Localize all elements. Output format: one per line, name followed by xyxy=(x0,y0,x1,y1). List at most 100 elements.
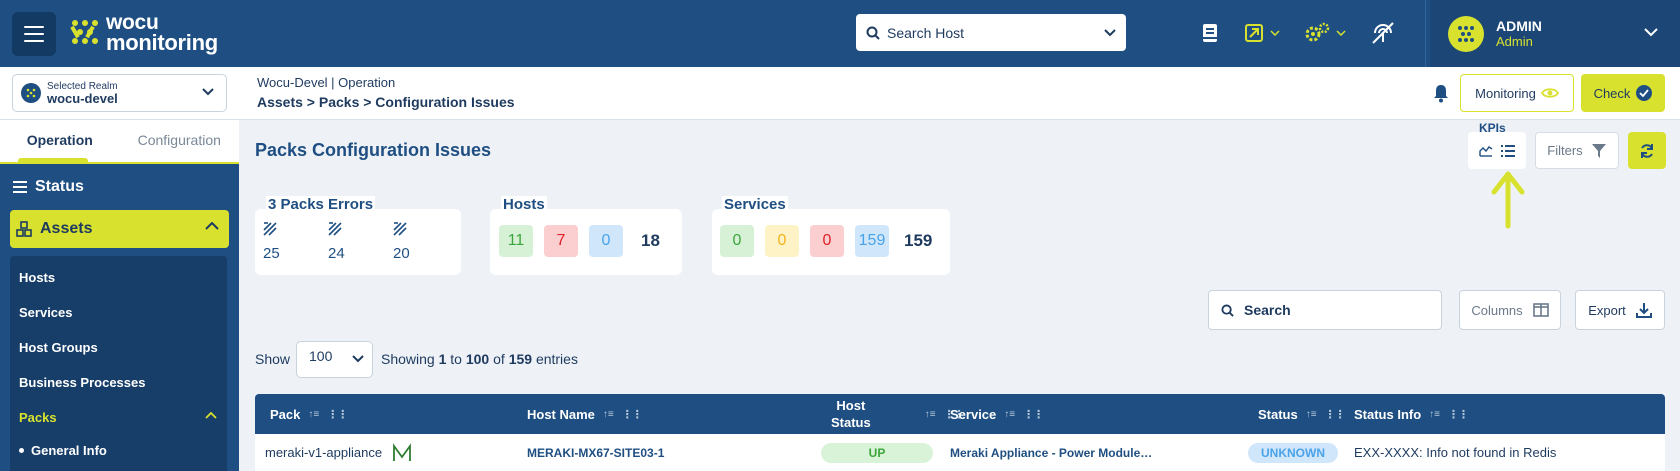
gears-icon xyxy=(1305,22,1330,42)
hosts-unreachable-count[interactable]: 0 xyxy=(589,225,623,257)
realm-value: wocu-devel xyxy=(47,90,118,106)
check-button[interactable]: Check xyxy=(1581,74,1665,112)
settings-menu[interactable] xyxy=(1304,22,1346,44)
sidebar-item-label: Assets xyxy=(40,220,93,237)
page-title: Packs Configuration Issues xyxy=(255,140,492,160)
cell-status: UNKNOWN xyxy=(1248,434,1338,471)
table-search-placeholder: Search xyxy=(1244,302,1291,318)
pack-error-item[interactable]: 25 xyxy=(263,222,303,262)
column-header-host-status[interactable]: Host Status ↑≡ ⋮⋮ xyxy=(831,394,965,434)
filters-button[interactable]: Filters xyxy=(1535,132,1619,169)
column-header-pack[interactable]: Pack ↑≡ ⋮⋮ xyxy=(270,394,348,434)
avatar xyxy=(1448,15,1484,52)
chevron-down-icon xyxy=(1336,30,1346,36)
status-badge: UNKNOWN xyxy=(1248,442,1338,463)
list-view-icon[interactable] xyxy=(1501,144,1515,157)
status-badge: UP xyxy=(821,442,933,463)
services-critical-count[interactable]: 0 xyxy=(810,225,844,257)
book-icon[interactable] xyxy=(1200,22,1220,44)
pack-error-icon xyxy=(328,222,342,236)
drag-handle-icon: ⋮⋮ xyxy=(621,408,643,421)
refresh-icon xyxy=(1641,143,1653,158)
columns-button[interactable]: Columns xyxy=(1459,290,1561,330)
bell-icon[interactable] xyxy=(1432,83,1450,103)
bullet-icon xyxy=(19,447,24,453)
column-header-status-info[interactable]: Status Info ↑≡ ⋮⋮ xyxy=(1354,394,1469,434)
pack-error-icon xyxy=(393,222,407,236)
download-icon xyxy=(1635,303,1652,318)
show-label: Show xyxy=(255,351,291,367)
services-unknown-count[interactable]: 159 xyxy=(855,225,889,257)
kpis-toggle[interactable] xyxy=(1468,132,1526,169)
pack-error-count: 20 xyxy=(393,245,410,262)
sub-bar: Selected Realm wocu-devel Wocu-Devel | O… xyxy=(0,67,1680,120)
search-host-input[interactable]: Search Host xyxy=(856,14,1126,51)
sort-icon: ↑≡ xyxy=(924,408,936,420)
top-bar: wocu monitoring Search Host ADMIN Admin xyxy=(0,0,1680,67)
list-icon xyxy=(13,181,27,193)
logo[interactable]: wocu monitoring xyxy=(70,12,218,54)
column-header-host-name[interactable]: Host Name ↑≡ ⋮⋮ xyxy=(527,394,643,434)
chevron-down-icon[interactable] xyxy=(1104,28,1116,37)
pack-error-item[interactable]: 24 xyxy=(328,222,368,262)
chevron-down-icon xyxy=(1270,30,1280,36)
tab-configuration[interactable]: Configuration xyxy=(120,120,240,162)
packs-errors-title: 3 Packs Errors xyxy=(266,196,376,213)
menu-button[interactable] xyxy=(12,12,56,56)
monitoring-button[interactable]: Monitoring xyxy=(1460,74,1574,112)
sidebar-item-assets[interactable]: Assets xyxy=(10,210,229,248)
services-ok-count[interactable]: 0 xyxy=(720,225,754,257)
cell-host-status: UP xyxy=(821,434,933,471)
table-row[interactable]: meraki-v1-appliance MERAKI-MX67-SITE03-1… xyxy=(255,434,1665,471)
hosts-up-count[interactable]: 11 xyxy=(499,225,533,257)
sidebar-item-status[interactable]: Status xyxy=(0,164,239,210)
search-icon xyxy=(1221,303,1234,317)
external-link-menu[interactable] xyxy=(1244,23,1280,43)
user-menu[interactable]: ADMIN Admin xyxy=(1430,0,1680,67)
assets-submenu: Hosts Services Host Groups Business Proc… xyxy=(10,256,227,471)
sidebar-item-hosts[interactable]: Hosts xyxy=(10,260,227,295)
chevron-down-icon[interactable] xyxy=(1644,28,1658,37)
refresh-button[interactable] xyxy=(1628,132,1666,169)
arrow-up-annotation-icon xyxy=(1491,171,1525,229)
realm-label: Selected Realm xyxy=(47,80,118,92)
external-link-icon xyxy=(1245,24,1263,42)
page-size-select[interactable]: 100 xyxy=(296,341,373,378)
signal-off-icon[interactable] xyxy=(1370,20,1396,46)
realm-icon xyxy=(21,83,41,103)
breadcrumb: Wocu-Devel | Operation Assets > Packs > … xyxy=(257,74,515,113)
search-host-placeholder: Search Host xyxy=(887,24,965,41)
breadcrumb-path[interactable]: Assets > Packs > Configuration Issues xyxy=(257,91,515,113)
sidebar-item-packs[interactable]: Packs xyxy=(10,400,227,435)
chart-icon[interactable] xyxy=(1479,145,1493,157)
table-search-input[interactable]: Search xyxy=(1208,290,1442,330)
chevron-up-icon xyxy=(205,412,217,419)
export-label: Export xyxy=(1588,302,1626,318)
cell-host-name[interactable]: MERAKI-MX67-SITE03-1 xyxy=(527,434,664,471)
sidebar-item-host-groups[interactable]: Host Groups xyxy=(10,330,227,365)
sort-icon: ↑≡ xyxy=(308,408,320,420)
sidebar-item-label: Packs xyxy=(19,410,57,425)
column-header-service[interactable]: Service ↑≡ ⋮⋮ xyxy=(950,394,1044,434)
breadcrumb-context[interactable]: Wocu-Devel | Operation xyxy=(257,74,515,91)
column-header-status[interactable]: Status ↑≡ ⋮⋮ xyxy=(1258,394,1346,434)
pack-error-item[interactable]: 20 xyxy=(393,222,433,262)
sidebar-subitem-general-info[interactable]: General Info xyxy=(10,435,227,465)
cubes-icon xyxy=(16,221,32,237)
tab-operation[interactable]: Operation xyxy=(0,120,120,162)
hosts-down-count[interactable]: 7 xyxy=(544,225,578,257)
columns-label: Columns xyxy=(1471,302,1523,318)
export-button[interactable]: Export xyxy=(1575,290,1665,330)
services-warning-count[interactable]: 0 xyxy=(765,225,799,257)
hosts-title: Hosts xyxy=(501,196,547,213)
sidebar-item-services[interactable]: Services xyxy=(10,295,227,330)
check-label: Check xyxy=(1593,85,1631,101)
cell-service[interactable]: Meraki Appliance - Power Module… xyxy=(950,434,1152,471)
sidebar-tabs: Operation Configuration xyxy=(0,120,239,164)
sort-icon: ↑≡ xyxy=(1429,408,1441,420)
services-title: Services xyxy=(722,196,788,213)
user-role: Admin xyxy=(1496,34,1533,49)
sidebar-item-business-processes[interactable]: Business Processes xyxy=(10,365,227,400)
realm-selector[interactable]: Selected Realm wocu-devel xyxy=(12,74,227,112)
table-header: Pack ↑≡ ⋮⋮ Host Name ↑≡ ⋮⋮ Host Status ↑≡ ⋮⋮ S… xyxy=(255,394,1665,434)
